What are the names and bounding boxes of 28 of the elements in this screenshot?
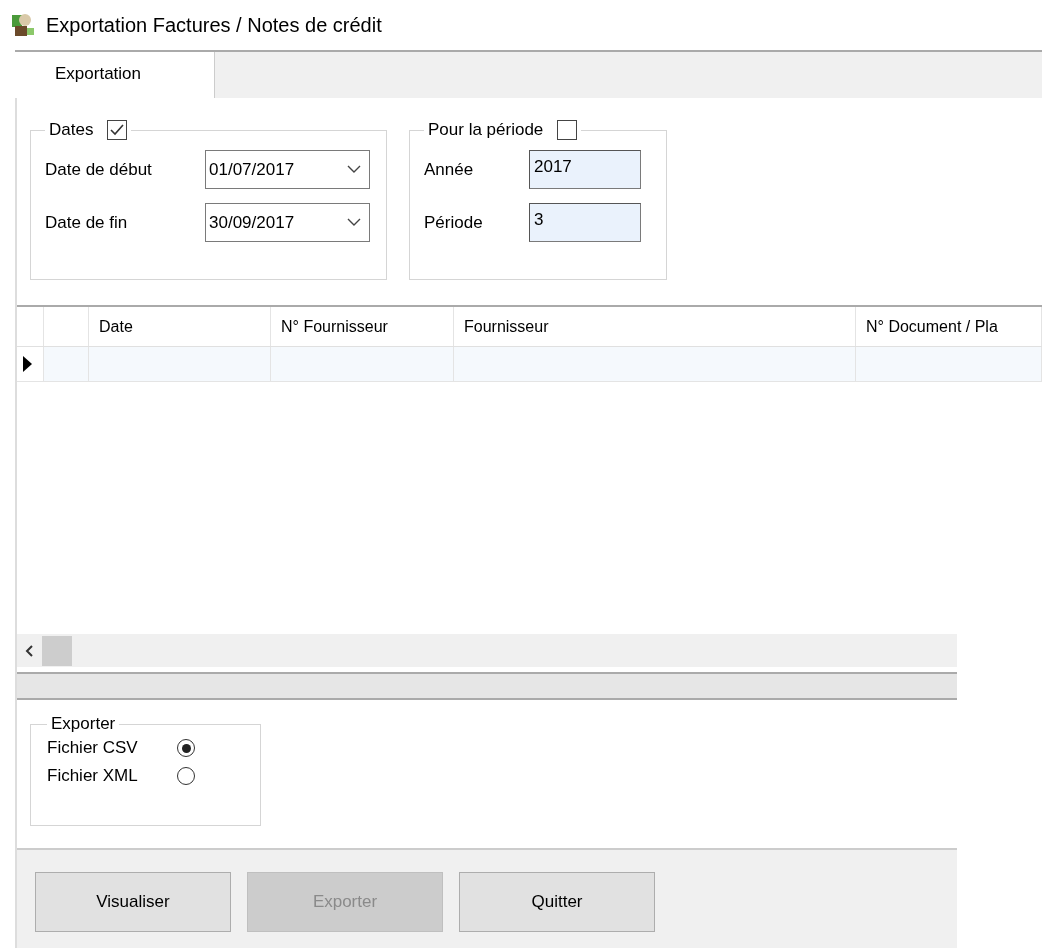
horizontal-scrollbar[interactable] bbox=[17, 634, 957, 667]
current-row-icon bbox=[23, 356, 32, 372]
tab[interactable]: Exportation bbox=[15, 52, 215, 98]
chevron-down-icon bbox=[347, 165, 361, 174]
group-label: Dates bbox=[49, 120, 94, 140]
radio-label: Fichier XML bbox=[47, 766, 139, 786]
radio-label: Fichier CSV bbox=[47, 738, 139, 758]
chevron-down-icon bbox=[347, 218, 361, 227]
date-picker[interactable]: 30/09/2017 bbox=[205, 203, 370, 242]
field-label: Date de début bbox=[45, 159, 153, 180]
group-label: Pour la période bbox=[428, 120, 544, 140]
field-label: Date de fin bbox=[45, 212, 129, 233]
field-label: Période bbox=[424, 212, 484, 233]
radio-button[interactable] bbox=[177, 739, 195, 757]
button[interactable]: Quitter bbox=[459, 872, 655, 932]
input-field[interactable]: 2017 bbox=[529, 150, 641, 189]
field-label: Année bbox=[424, 159, 475, 180]
radio-button[interactable] bbox=[177, 767, 195, 785]
app-icon bbox=[10, 12, 36, 38]
window-title: Exportation Factures / Notes de crédit bbox=[46, 13, 382, 37]
group-label: Exporter bbox=[51, 714, 116, 733]
scrollbar-thumb[interactable] bbox=[42, 635, 72, 666]
chevron-left-icon[interactable] bbox=[25, 644, 34, 657]
date-picker[interactable]: 01/07/2017 bbox=[205, 150, 370, 189]
checkbox[interactable] bbox=[107, 120, 128, 140]
checkbox[interactable] bbox=[557, 120, 578, 140]
input-field[interactable]: 3 bbox=[529, 203, 641, 242]
button[interactable]: Visualiser bbox=[35, 872, 231, 932]
